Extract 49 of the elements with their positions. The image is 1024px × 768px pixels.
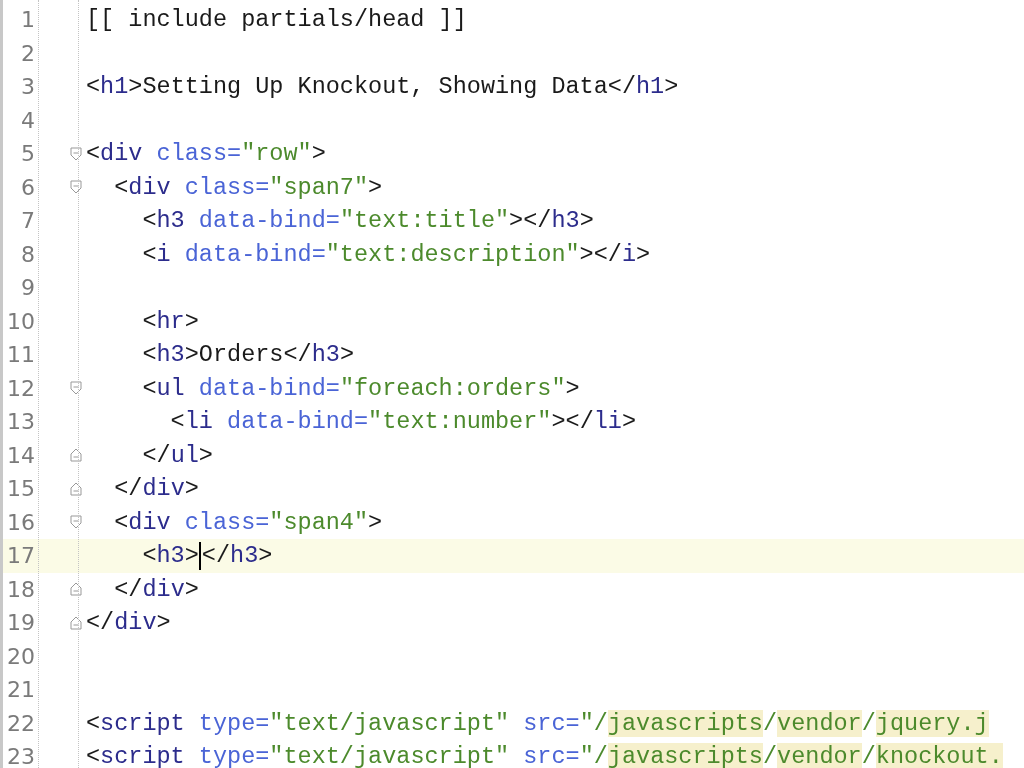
- fold-end-icon[interactable]: [70, 481, 82, 496]
- fold-collapse-icon[interactable]: [70, 146, 82, 161]
- line-number: 11: [6, 342, 35, 368]
- code-line: <hr>: [141, 307, 200, 335]
- line-number: 19: [6, 610, 35, 636]
- line-number: 13: [6, 409, 35, 435]
- code-line: <div class="row">: [85, 140, 327, 168]
- code-line: <h3>Orders</h3>: [141, 341, 355, 369]
- code-line: [[ include partials/head ]]: [85, 6, 468, 34]
- line-number: 15: [6, 476, 35, 502]
- code-line: <div class="span7">: [113, 173, 384, 201]
- line-number: 5: [20, 141, 35, 167]
- line-number: 22: [6, 710, 35, 736]
- code-line: <h3 data-bind="text:title"></h3>: [141, 207, 595, 235]
- line-number: 4: [20, 107, 35, 133]
- fold-end-icon[interactable]: [70, 582, 82, 597]
- line-number: 7: [20, 208, 35, 234]
- fold-collapse-icon[interactable]: [70, 381, 82, 396]
- code-line: <h3></h3>: [141, 541, 274, 570]
- code-line: <div class="span4">: [113, 508, 384, 536]
- code-line: </div>: [113, 475, 200, 503]
- line-number: 2: [20, 40, 35, 66]
- line-number: 1: [20, 7, 35, 33]
- code-line: </div>: [85, 609, 172, 637]
- fold-collapse-icon[interactable]: [70, 180, 82, 195]
- line-number: 18: [6, 576, 35, 602]
- line-number: 6: [20, 174, 35, 200]
- code-line: <li data-bind="text:number"></li>: [169, 408, 638, 436]
- line-number: 16: [6, 509, 35, 535]
- line-number: 3: [20, 74, 35, 100]
- line-number: 20: [6, 643, 35, 669]
- line-number: 10: [6, 308, 35, 334]
- code-line: </ul>: [141, 441, 214, 469]
- line-number: 8: [20, 241, 35, 267]
- line-number: 17: [6, 543, 35, 569]
- line-number: 9: [20, 275, 35, 301]
- code-line: <ul data-bind="foreach:orders">: [141, 374, 581, 402]
- code-line: <i data-bind="text:description"></i>: [141, 240, 652, 268]
- line-number: 21: [6, 677, 35, 703]
- line-number: 23: [6, 744, 35, 768]
- code-line: <script type="text/javascript" src="/javascripts/vendor/jquery.j: [85, 709, 990, 737]
- fold-collapse-icon[interactable]: [70, 515, 82, 530]
- line-number: 12: [6, 375, 35, 401]
- code-line: <script type="text/javascript" src="/javascripts/vendor/knockout.: [85, 743, 1004, 768]
- fold-end-icon[interactable]: [70, 615, 82, 630]
- line-number: 14: [6, 442, 35, 468]
- code-line: <h1>Setting Up Knockout, Showing Data</h1>: [85, 73, 680, 101]
- fold-end-icon[interactable]: [70, 448, 82, 463]
- code-line: </div>: [113, 575, 200, 603]
